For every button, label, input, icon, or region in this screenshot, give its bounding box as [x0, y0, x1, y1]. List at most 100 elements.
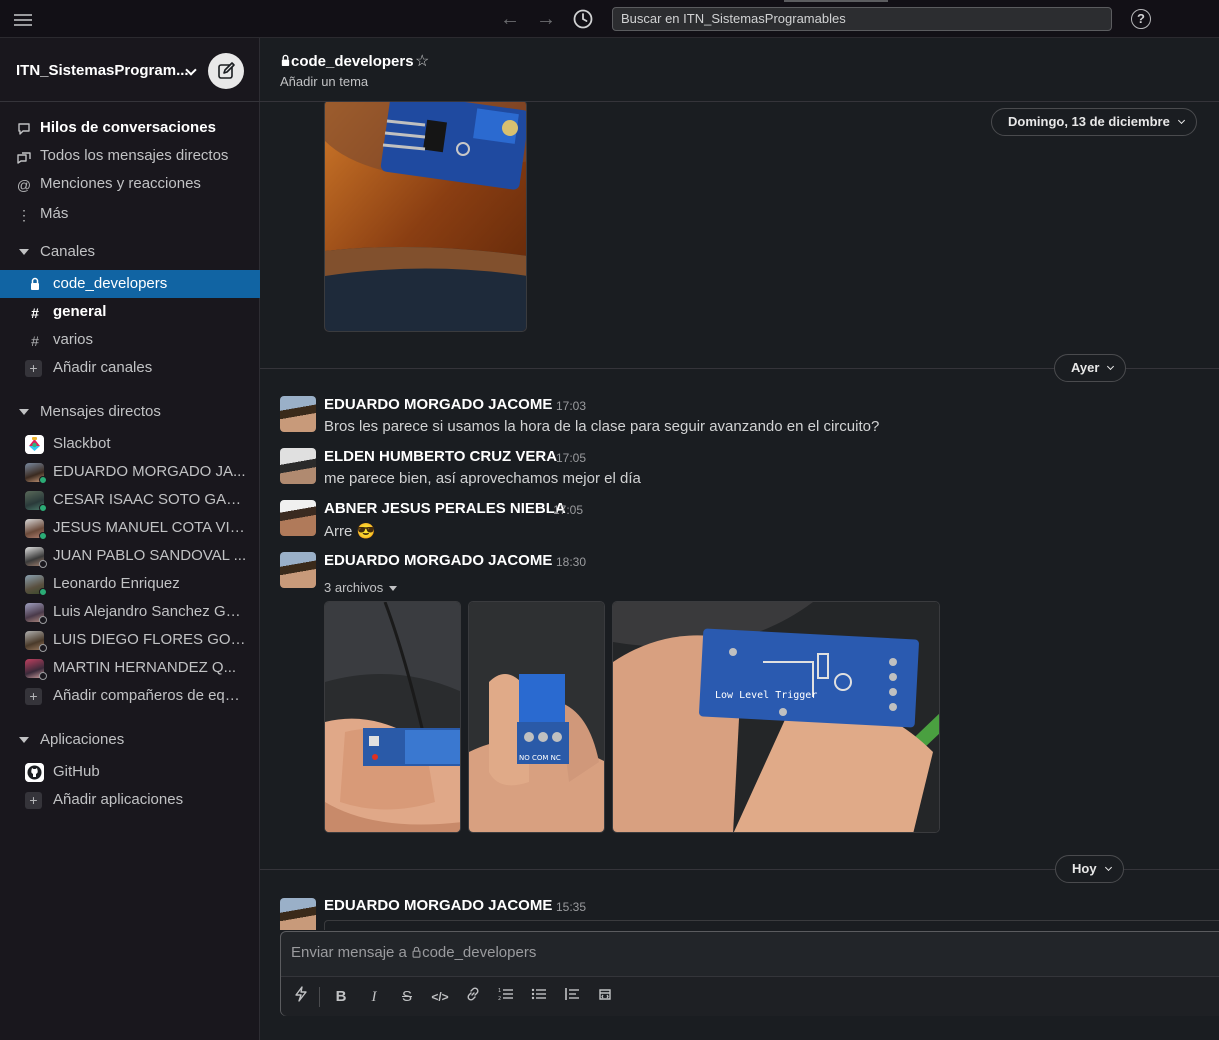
dm-item[interactable]: JUAN PABLO SANDOVAL ... [0, 542, 260, 570]
dm-item[interactable]: JESUS MANUEL COTA VIL... [0, 514, 260, 542]
message-timestamp[interactable]: 18:30 [556, 555, 586, 569]
presence-online-icon [39, 476, 47, 484]
section-dms-header[interactable]: Mensajes directos [0, 398, 260, 426]
caret-down-icon[interactable] [19, 249, 29, 255]
add-apps-button[interactable]: + Añadir aplicaciones [0, 786, 260, 814]
dm-item-slackbot[interactable]: Slackbot [0, 430, 260, 458]
message-author[interactable]: ELDEN HUMBERTO CRUZ VERA [324, 448, 557, 465]
files-count-label: 3 archivos [324, 580, 384, 595]
presence-away-icon [39, 672, 47, 680]
compose-button[interactable] [208, 53, 244, 89]
message-author[interactable]: ABNER JESUS PERALES NIEBLA [324, 500, 566, 517]
dm-item[interactable]: EDUARDO MORGADO JA... [0, 458, 260, 486]
message-input[interactable]: Enviar mensaje a code_developers [291, 944, 536, 961]
dm-item[interactable]: CESAR ISAAC SOTO GAR... [0, 486, 260, 514]
placeholder-channel: code_developers [422, 944, 537, 961]
help-icon[interactable]: ? [1131, 9, 1151, 29]
message-timestamp[interactable]: 17:05 [553, 503, 583, 517]
date-separator-button[interactable]: Hoy [1055, 855, 1124, 883]
workspace-name[interactable]: ITN_SistemasProgram... [16, 62, 189, 79]
sidebar-item-label: Más [40, 205, 69, 222]
dm-item[interactable]: MARTIN HERNANDEZ Q... [0, 654, 260, 682]
sidebar-item-code-developers[interactable]: code_developers [0, 270, 260, 298]
chevron-down-icon [1107, 362, 1115, 371]
dm-item[interactable]: Luis Alejandro Sanchez Gall... [0, 598, 260, 626]
message-timestamp[interactable]: 17:05 [556, 451, 586, 465]
avatar[interactable] [280, 448, 316, 484]
dm-item[interactable]: Leonardo Enriquez [0, 570, 260, 598]
sidebar-item-varios[interactable]: # varios [0, 326, 260, 354]
avatar[interactable] [280, 552, 316, 588]
image-attachment[interactable] [324, 102, 527, 332]
hamburger-menu-icon[interactable] [14, 11, 32, 27]
attachment-preview[interactable] [324, 920, 1219, 930]
avatar[interactable] [280, 898, 316, 930]
bulleted-list-icon[interactable] [528, 986, 550, 1008]
date-label: Ayer [1071, 360, 1100, 375]
formatting-toolbar: B I S </> 12 [281, 976, 1219, 1016]
dm-name: JESUS MANUEL COTA VIL... [53, 519, 248, 536]
section-label: Canales [40, 243, 96, 260]
dm-name: LUIS DIEGO FLORES GON... [53, 631, 248, 648]
date-separator-button[interactable]: Domingo, 13 de diciembre [991, 108, 1197, 136]
numbered-list-icon[interactable]: 12 [495, 986, 517, 1008]
channel-label: general [53, 303, 107, 320]
dm-icon [16, 149, 32, 165]
dm-item[interactable]: LUIS DIEGO FLORES GON... [0, 626, 260, 654]
bold-icon[interactable]: B [330, 986, 352, 1008]
image-attachment[interactable]: NO COM NC [468, 601, 605, 833]
files-toggle[interactable]: 3 archivos [324, 580, 398, 595]
image-attachment[interactable] [324, 601, 461, 833]
message-author[interactable]: EDUARDO MORGADO JACOME [324, 396, 552, 413]
section-apps-header[interactable]: Aplicaciones [0, 726, 260, 754]
add-channels-button[interactable]: + Añadir canales [0, 354, 260, 382]
message-author[interactable]: EDUARDO MORGADO JACOME [324, 552, 552, 569]
date-separator-button[interactable]: Ayer [1054, 354, 1127, 382]
relay-photo-2: NO COM NC [469, 602, 604, 832]
top-bar: ← → Buscar en ITN_SistemasProgramables ? [0, 0, 1219, 38]
strikethrough-icon[interactable]: S [396, 986, 418, 1008]
sidebar-item-more[interactable]: ⋮ Más [0, 200, 260, 228]
sidebar: ITN_SistemasProgram... Hilos de conversa… [0, 38, 260, 1040]
date-label: Hoy [1072, 861, 1097, 876]
sidebar-item-general[interactable]: # general [0, 298, 260, 326]
sidebar-item-all-dms[interactable]: Todos los mensajes directos [0, 142, 260, 170]
sidebar-item-threads[interactable]: Hilos de conversaciones [0, 114, 260, 142]
caret-down-icon[interactable] [19, 409, 29, 415]
avatar[interactable] [280, 500, 316, 536]
app-item-github[interactable]: GitHub [0, 758, 260, 786]
add-teammates-button[interactable]: + Añadir compañeros de equi... [0, 682, 260, 710]
message-composer[interactable]: Enviar mensaje a code_developers B I S <… [280, 931, 1219, 1016]
channel-topic[interactable]: Añadir un tema [280, 74, 368, 89]
code-block-icon[interactable] [594, 986, 616, 1008]
caret-down-icon[interactable] [19, 737, 29, 743]
hash-icon: # [31, 333, 39, 349]
forward-arrow-icon[interactable]: → [534, 7, 558, 31]
shortcuts-lightning-icon[interactable] [290, 986, 312, 1008]
caret-down-icon [389, 586, 398, 592]
message-author[interactable]: EDUARDO MORGADO JACOME [324, 897, 552, 914]
chevron-down-icon [1177, 116, 1185, 125]
search-tab-indicator [784, 0, 888, 2]
history-icon[interactable] [572, 8, 594, 30]
placeholder-text: Enviar mensaje a [291, 944, 412, 961]
section-channels-header[interactable]: Canales [0, 238, 260, 266]
message-timestamp[interactable]: 15:35 [556, 900, 586, 914]
back-arrow-icon[interactable]: ← [498, 7, 522, 31]
sidebar-item-mentions[interactable]: @ Menciones y reacciones [0, 170, 260, 198]
channel-title[interactable]: code_developers [280, 53, 414, 70]
link-icon[interactable] [462, 986, 484, 1008]
image-attachment[interactable]: Low Level Trigger [612, 601, 940, 833]
blockquote-icon[interactable] [561, 986, 583, 1008]
star-icon[interactable]: ☆ [415, 51, 429, 71]
avatar[interactable] [280, 396, 316, 432]
toolbar-separator [319, 987, 320, 1007]
lock-icon [281, 54, 290, 66]
threads-icon [16, 121, 32, 137]
search-input[interactable]: Buscar en ITN_SistemasProgramables [612, 7, 1112, 31]
code-icon[interactable]: </> [429, 986, 451, 1008]
italic-icon[interactable]: I [363, 986, 385, 1008]
message-timestamp[interactable]: 17:03 [556, 399, 586, 413]
presence-online-icon [39, 504, 47, 512]
terminal-label: NO COM NC [519, 754, 561, 762]
